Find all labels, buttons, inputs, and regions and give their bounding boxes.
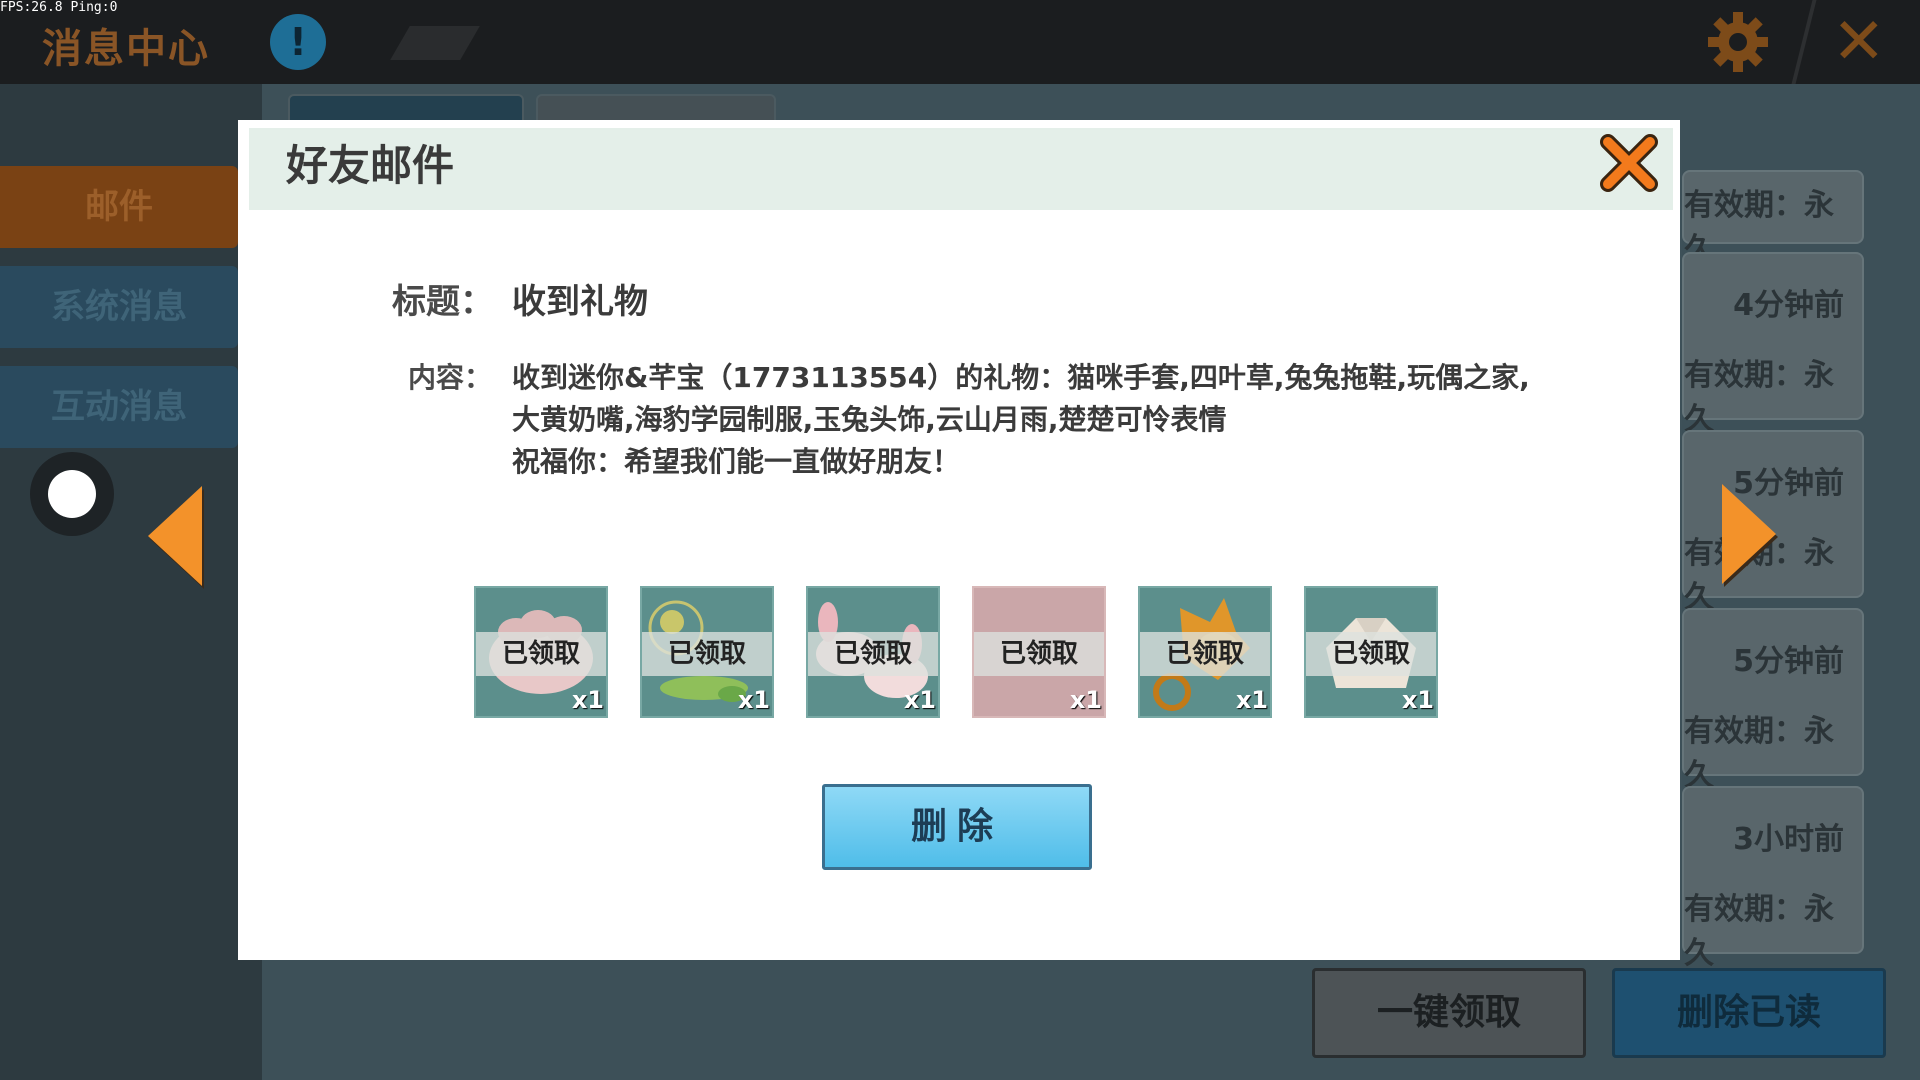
page-title: 消息中心	[42, 26, 210, 72]
gift-item[interactable]: 已领取 x1	[474, 586, 608, 718]
mail-list-item[interactable]: 4分钟前 有效期：永久	[1682, 252, 1864, 437]
info-icon[interactable]: !	[270, 14, 326, 70]
gift-status: 已领取	[974, 632, 1104, 676]
gift-status: 已领取	[476, 632, 606, 676]
fps-readout: FPS:26.8 Ping:0	[0, 0, 118, 15]
gift-status: 已领取	[1306, 632, 1436, 676]
gift-count: x1	[737, 686, 770, 714]
mail-time: 4分钟前	[1733, 288, 1844, 323]
mail-list-item[interactable]: 有效期：永久	[1682, 170, 1864, 267]
gift-item[interactable]: 已领取 x1	[972, 586, 1106, 718]
mail-time: 3小时前	[1733, 822, 1844, 857]
gift-item[interactable]: 已领取 x1	[640, 586, 774, 718]
close-icon[interactable]	[1598, 132, 1660, 194]
delete-read-button[interactable]: 删除已读	[1612, 968, 1886, 1058]
content-line: 收到迷你&芊宝（1773113554）的礼物：猫咪手套,四叶草,兔兔拖鞋,玩偶之…	[512, 361, 1530, 394]
gift-status: 已领取	[808, 632, 938, 676]
gift-status: 已领取	[642, 632, 772, 676]
claim-all-button[interactable]: 一键领取	[1312, 968, 1586, 1058]
gift-count: x1	[1235, 686, 1268, 714]
gift-item[interactable]: 已领取 x1	[1138, 586, 1272, 718]
gift-count: x1	[903, 686, 936, 714]
mail-validity: 有效期：永久	[1684, 714, 1834, 793]
mail-subject: 收到礼物	[512, 282, 648, 322]
arrow-left-icon[interactable]	[148, 486, 202, 586]
sidebar-tab-mail[interactable]: 邮件	[0, 166, 238, 248]
arrow-right-icon[interactable]	[1722, 484, 1776, 584]
sidebar-tab-interaction[interactable]: 互动消息	[0, 366, 238, 448]
mail-list-item[interactable]: 3小时前 有效期：永久	[1682, 786, 1864, 971]
dialog-title: 好友邮件	[286, 141, 455, 190]
gift-item[interactable]: 已领取 x1	[806, 586, 940, 718]
dialog-header	[249, 128, 1673, 210]
joystick-handle[interactable]	[48, 470, 96, 518]
mail-time: 5分钟前	[1733, 644, 1844, 679]
gift-count: x1	[1069, 686, 1102, 714]
delete-button[interactable]: 删除	[822, 784, 1092, 870]
gift-item[interactable]: 已领取 x1	[1304, 586, 1438, 718]
sidebar-tab-system[interactable]: 系统消息	[0, 266, 238, 348]
content-line: 大黄奶嘴,海豹学园制服,玉兔头饰,云山月雨,楚楚可怜表情	[512, 403, 1227, 436]
gift-status: 已领取	[1140, 632, 1270, 676]
mail-validity: 有效期：永久	[1684, 892, 1834, 971]
close-icon[interactable]: ✕	[1832, 8, 1886, 76]
gear-icon[interactable]	[1706, 10, 1770, 74]
content-line: 祝福你：希望我们能一直做好朋友！	[512, 445, 961, 478]
gift-count: x1	[1401, 686, 1434, 714]
mail-validity: 有效期：永久	[1684, 358, 1834, 437]
gift-count: x1	[571, 686, 604, 714]
title-label: 标题：	[392, 282, 494, 322]
mail-list-item[interactable]: 5分钟前 有效期：永久	[1682, 608, 1864, 793]
content-label: 内容：	[408, 361, 493, 394]
